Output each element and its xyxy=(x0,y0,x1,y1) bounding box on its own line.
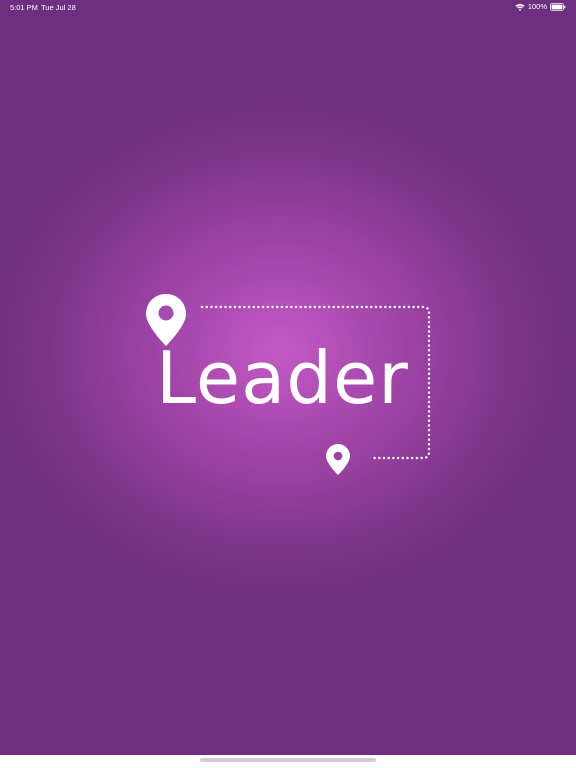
status-date: Tue Jul 28 xyxy=(41,3,76,12)
location-pin-icon xyxy=(326,444,350,475)
wifi-icon xyxy=(515,3,525,11)
app-logo: Leader xyxy=(140,290,440,480)
status-bar: 5:01 PM Tue Jul 28 100% xyxy=(0,0,576,14)
battery-icon xyxy=(550,2,566,11)
splash-screen: 5:01 PM Tue Jul 28 100% Leader xyxy=(0,0,576,768)
home-indicator[interactable] xyxy=(200,758,376,762)
logo-wordmark: Leader xyxy=(156,336,409,420)
status-indicators: 100% xyxy=(515,2,566,11)
status-time: 5:01 PM xyxy=(10,3,38,12)
battery-percent: 100% xyxy=(527,2,547,11)
